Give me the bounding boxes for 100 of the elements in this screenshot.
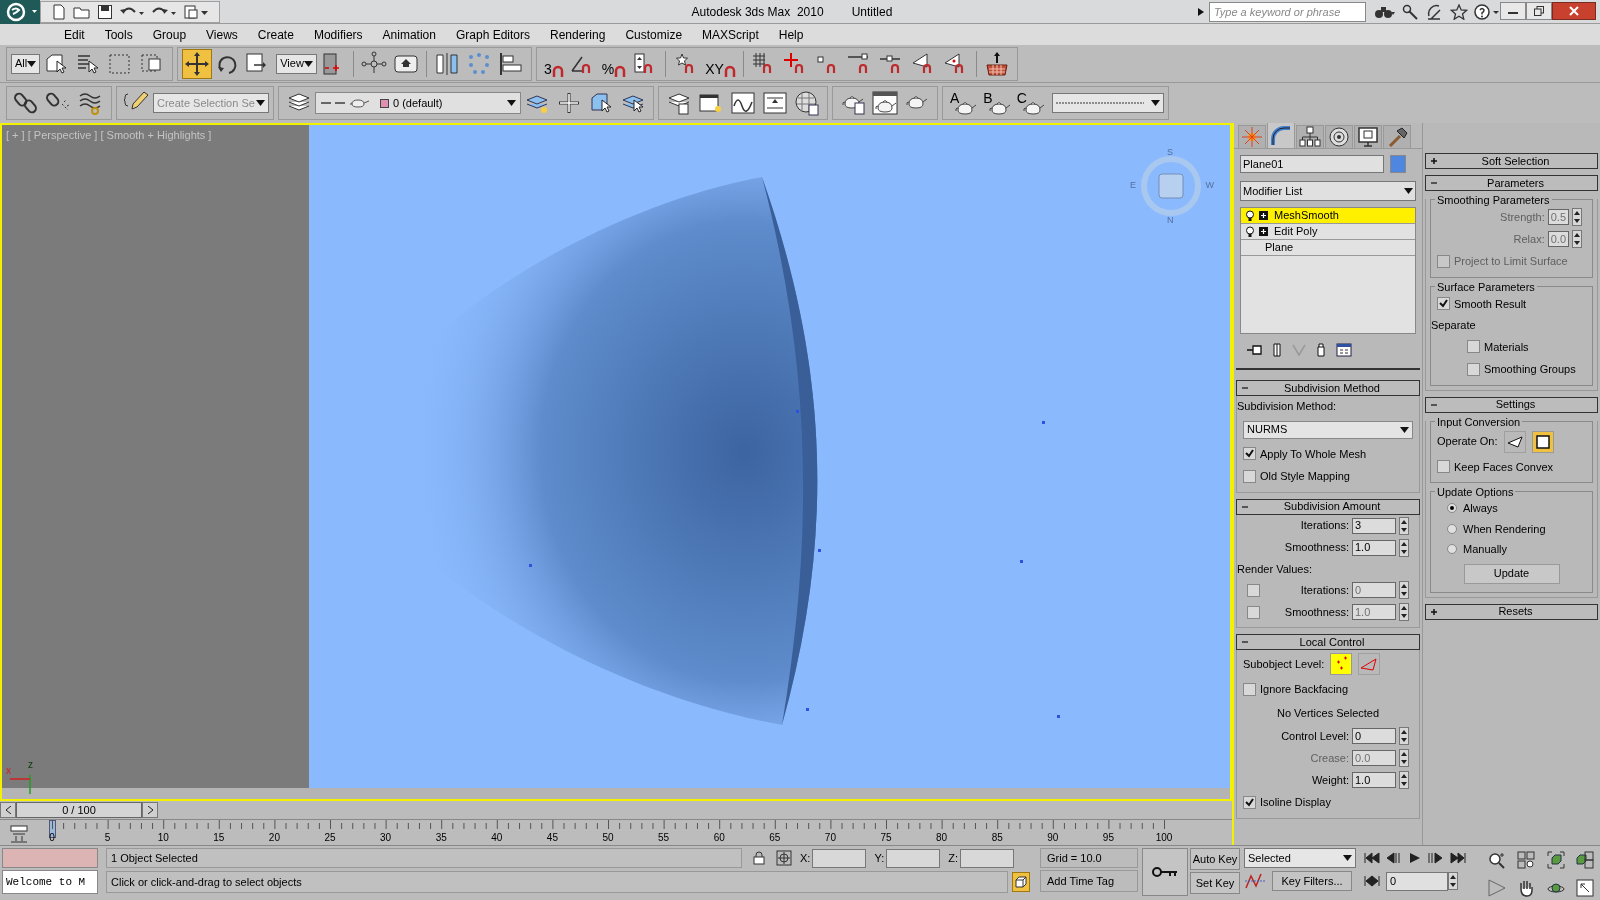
triangle-mode-button[interactable]	[1503, 430, 1526, 453]
rollout-header[interactable]: Parameters	[1425, 175, 1598, 191]
close-button[interactable]	[1552, 1, 1596, 20]
lock-icon[interactable]	[752, 851, 766, 865]
render-preset-button[interactable]: B	[983, 90, 1011, 116]
show-end-result-icon[interactable]	[1272, 343, 1282, 357]
radio-button[interactable]	[1447, 503, 1457, 514]
checkbox-label[interactable]: Smooth Result	[1454, 295, 1527, 312]
spinner-field[interactable]: 1.0	[1352, 539, 1396, 556]
coordinate-field[interactable]	[960, 848, 1014, 868]
menu-item[interactable]: MAXScript	[692, 25, 769, 44]
time-slider-thumb[interactable]: 0 / 100	[0, 802, 158, 819]
checkbox-label[interactable]: Materials	[1484, 338, 1529, 355]
app-logo-icon[interactable]	[0, 0, 40, 24]
frame-spinner-icon[interactable]	[1448, 872, 1458, 890]
radio-button[interactable]	[1447, 523, 1457, 534]
light-bulb-icon[interactable]	[1245, 225, 1255, 238]
render-preset-button[interactable]: A	[950, 90, 978, 116]
zoom-all-icon[interactable]	[1517, 851, 1536, 869]
object-name-field[interactable]: Plane01	[1240, 155, 1384, 173]
layer-dropdown[interactable]: 0 (default)	[315, 92, 521, 114]
set-keys-button[interactable]	[1142, 848, 1188, 896]
rollout-header[interactable]: Soft Selection	[1425, 153, 1598, 169]
subdivision-method-dropdown[interactable]: NURMS	[1243, 420, 1413, 439]
spinner-arrows-icon[interactable]	[1572, 208, 1582, 226]
menu-item[interactable]: Edit	[54, 25, 95, 44]
rollout-header[interactable]: Settings	[1425, 396, 1598, 413]
checkbox[interactable]	[1243, 795, 1256, 809]
menu-item[interactable]: Views	[196, 25, 248, 44]
curve-editor-icon[interactable]	[730, 90, 756, 116]
edge-mode-button[interactable]	[1358, 653, 1381, 675]
polygon-mode-button[interactable]	[1531, 430, 1554, 453]
material-editor-icon[interactable]	[794, 90, 820, 116]
spinner-arrows-icon[interactable]	[1399, 516, 1409, 535]
previous-frame-icon[interactable]	[1386, 852, 1402, 864]
expand-arrow-icon[interactable]	[1196, 6, 1205, 17]
next-frame-icon[interactable]	[1428, 852, 1444, 864]
snap-toggle-button[interactable]: %	[601, 50, 627, 77]
remove-modifier-icon[interactable]	[1316, 343, 1326, 357]
menu-item[interactable]: Graph Editors	[445, 25, 540, 44]
spinner-arrows-icon[interactable]	[1399, 581, 1409, 599]
selection-filter-dropdown[interactable]: All	[11, 53, 41, 74]
spinner-arrows-icon[interactable]	[1399, 538, 1409, 557]
help-icon[interactable]	[1474, 3, 1500, 20]
dope-sheet-icon[interactable]	[762, 90, 788, 116]
snap-toggle-button[interactable]: 3	[543, 50, 564, 77]
render-preset-dropdown[interactable]	[1051, 93, 1164, 113]
command-panel-tab[interactable]	[1354, 125, 1382, 148]
menu-item[interactable]: Tools	[94, 25, 143, 44]
absolute-mode-icon[interactable]	[776, 850, 792, 866]
set-key-button[interactable]: Set Key	[1190, 872, 1240, 894]
expand-icon[interactable]	[1259, 211, 1268, 220]
light-bulb-icon[interactable]	[1245, 209, 1255, 222]
move-tool-button[interactable]	[182, 48, 213, 79]
configure-modifier-sets-icon[interactable]	[1336, 343, 1352, 357]
auto-key-button[interactable]: Auto Key	[1190, 848, 1240, 870]
spinner-arrows-icon[interactable]	[1399, 603, 1409, 621]
menu-item[interactable]: Group	[142, 25, 197, 44]
spinner-arrows-icon[interactable]	[1399, 771, 1409, 789]
layer-explorer-icon[interactable]	[666, 90, 692, 116]
checkbox-label[interactable]: Ignore Backfacing	[1260, 681, 1349, 698]
spinner-field[interactable]: 1.0	[1352, 772, 1396, 788]
add-time-tag-button[interactable]: Add Time Tag	[1040, 870, 1138, 892]
checkbox[interactable]	[1467, 340, 1480, 354]
search-field[interactable]: Type a keyword or phrase	[1208, 1, 1366, 22]
menu-item[interactable]: Animation	[372, 25, 446, 44]
modifier-stack-item[interactable]: Edit Poly	[1241, 224, 1415, 240]
modifier-stack-item[interactable]: Plane	[1241, 240, 1415, 256]
key-mode-dropdown[interactable]: Selected	[1244, 848, 1356, 868]
next-frame-button[interactable]	[142, 802, 158, 819]
snap-toggle-button[interactable]: XY	[705, 50, 736, 77]
minimize-button[interactable]	[1500, 1, 1526, 20]
menu-item[interactable]: Create	[247, 25, 304, 44]
spinner-field[interactable]: 3	[1352, 517, 1396, 534]
save-icon[interactable]	[97, 3, 113, 20]
align-icon[interactable]	[497, 50, 524, 77]
checkbox[interactable]	[1437, 297, 1450, 311]
frame-indicator[interactable]	[49, 820, 56, 839]
key-filters-button[interactable]: Key Filters...	[1272, 871, 1352, 891]
field-of-view-icon[interactable]	[1487, 879, 1506, 897]
link-icon[interactable]	[14, 90, 40, 116]
grid-lift-icon[interactable]	[983, 50, 1010, 77]
spinner-arrows-icon[interactable]	[1572, 230, 1582, 248]
time-tag-toggle[interactable]	[1012, 872, 1030, 892]
menu-item[interactable]: Modifiers	[303, 25, 373, 44]
star-icon[interactable]	[1450, 3, 1468, 20]
checkbox-label[interactable]: Apply To Whole Mesh	[1260, 445, 1367, 462]
rendered-frame-icon[interactable]	[872, 90, 898, 116]
key-mode-toggle-icon[interactable]	[1364, 875, 1380, 887]
go-to-end-icon[interactable]	[1450, 852, 1466, 864]
expand-icon[interactable]	[1259, 227, 1268, 236]
command-panel-tab[interactable]	[1383, 125, 1411, 148]
update-button[interactable]: Update	[1463, 563, 1560, 584]
rollout-header[interactable]: Subdivision Method	[1236, 380, 1420, 396]
radio-label[interactable]: Manually	[1463, 541, 1508, 558]
checkbox-label[interactable]: Old Style Mapping	[1260, 468, 1350, 485]
key-tangent-icon[interactable]	[1244, 872, 1266, 890]
radio-button[interactable]	[1447, 544, 1457, 555]
radio-label[interactable]: Always	[1463, 500, 1498, 517]
rollout-header[interactable]: Local Control	[1236, 634, 1420, 650]
